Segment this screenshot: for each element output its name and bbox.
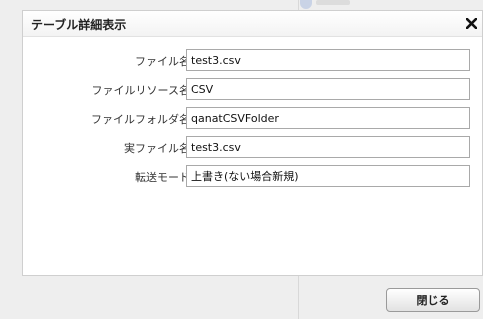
field-row-transfer-mode: 転送モード： [23, 165, 482, 188]
close-icon[interactable] [463, 13, 479, 33]
transfer-mode-field[interactable] [186, 165, 470, 187]
field-row-actual-file-name: 実ファイル名： [23, 136, 482, 159]
close-button[interactable]: 閉じる [386, 288, 480, 312]
backdrop-partial-text [316, 0, 350, 5]
file-folder-name-field[interactable] [186, 107, 470, 129]
field-row-file-resource-name: ファイルリソース名： [23, 78, 482, 101]
file-name-field[interactable] [186, 49, 470, 71]
field-row-file-name: ファイル名： [23, 49, 482, 72]
backdrop-partial-icon [300, 0, 312, 9]
file-folder-name-label: ファイルフォルダ名： [91, 113, 201, 126]
field-row-file-folder-name: ファイルフォルダ名： [23, 107, 482, 130]
file-resource-name-label: ファイルリソース名： [91, 84, 201, 97]
file-resource-name-field[interactable] [186, 78, 470, 100]
dialog-titlebar: テーブル詳細表示 [23, 11, 482, 37]
dialog-title: テーブル詳細表示 [31, 18, 127, 32]
actual-file-name-field[interactable] [186, 136, 470, 158]
table-detail-dialog: テーブル詳細表示 ファイル名： ファイルリソース名： ファイルフォルダ名： 実フ… [22, 10, 483, 276]
